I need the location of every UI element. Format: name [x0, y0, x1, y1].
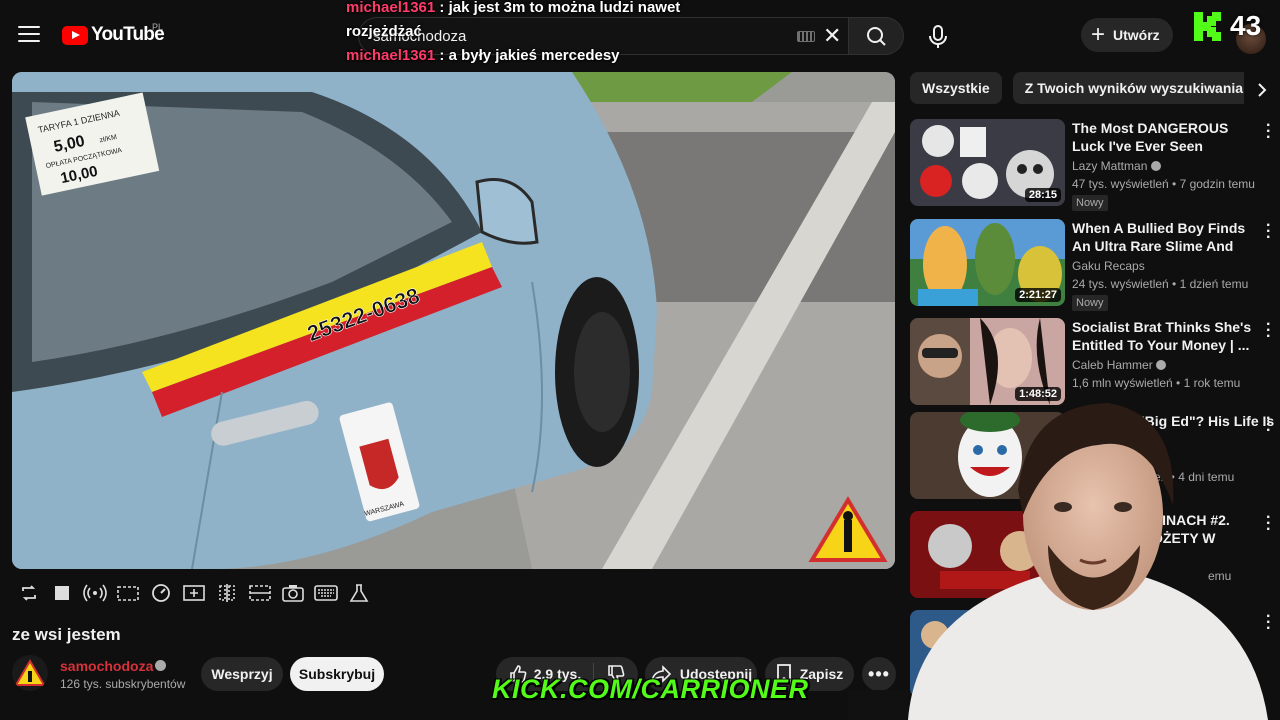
channel-label: Lazy Mattman — [1072, 159, 1148, 173]
create-label: Utwórz — [1113, 27, 1160, 43]
video-title[interactable]: When A Bullied Boy Finds An Ultra Rare S… — [1072, 219, 1262, 255]
chat-user: michael1361 — [346, 47, 436, 64]
youtube-logo[interactable]: YouTube — [62, 24, 165, 46]
compare-icon[interactable] — [210, 578, 243, 608]
new-badge: Nowy — [1072, 195, 1108, 211]
channel-avatar[interactable] — [12, 655, 48, 691]
broadcast-icon[interactable] — [78, 578, 111, 608]
verified-icon — [155, 660, 166, 671]
list-item[interactable]: 2:21:27 When A Bullied Boy Finds An Ultr… — [910, 218, 1271, 311]
chat-message: rozjeżdżać — [346, 23, 422, 40]
channel-name[interactable]: Gaku Recaps — [1072, 259, 1145, 273]
viewer-count: 43 — [1230, 10, 1262, 41]
layout-icon[interactable] — [243, 578, 276, 608]
stop-icon[interactable] — [45, 578, 78, 608]
new-badge: Nowy — [1072, 295, 1108, 311]
video-meta: 24 tys. wyświetleń • 1 dzień temu — [1072, 277, 1249, 291]
video-meta: 1,6 mln wyświetleń • 1 rok temu — [1072, 376, 1241, 390]
menu-icon[interactable] — [18, 26, 40, 44]
stream-chat-overlay: michael1361 : jak jest 3m to można ludzi… — [346, 0, 680, 68]
screenshot-icon[interactable] — [276, 578, 309, 608]
related-filter-chips: Wszystkie Z Twoich wyników wyszukiwania … — [910, 72, 1280, 104]
chat-message: : a były jakieś mercedesy — [439, 47, 620, 64]
channel-name[interactable]: Caleb Hammer — [1072, 358, 1167, 372]
region-code: PL — [152, 22, 164, 32]
more-vert-icon[interactable]: · · · — [1266, 218, 1271, 246]
voice-search-button[interactable] — [918, 17, 958, 57]
video-frame: TARYFA 1 DZIENNA 5,00 zł/KM OPŁATA POCZĄ… — [12, 72, 895, 569]
miniplayer-icon[interactable] — [111, 578, 144, 608]
channel-name[interactable]: samochodoza — [60, 658, 153, 674]
chat-user: michael1361 — [346, 0, 436, 16]
video-duration: 28:15 — [1024, 188, 1061, 202]
plus-icon: + — [1091, 21, 1106, 48]
video-title[interactable]: The Most DANGEROUS Luck I've Ever Seen — [1072, 119, 1262, 155]
search-icon — [867, 27, 886, 46]
subscriber-count: 126 tys. subskrybentów — [60, 677, 186, 691]
video-title: ze wsi jestem — [12, 625, 121, 644]
video-player[interactable]: TARYFA 1 DZIENNA 5,00 zł/KM OPŁATA POCZĄ… — [12, 72, 895, 569]
kick-channel-banner: KICK.COM/CARRIONER — [492, 674, 809, 704]
speed-icon[interactable] — [144, 578, 177, 608]
channel-name[interactable]: Lazy Mattman — [1072, 159, 1161, 173]
loop-icon[interactable] — [12, 578, 45, 608]
support-button[interactable]: Wesprzyj — [201, 657, 283, 691]
verified-icon — [1156, 360, 1167, 370]
keyboard-shortcuts-icon[interactable] — [309, 578, 342, 608]
more-vert-icon[interactable]: · · · — [1266, 118, 1271, 146]
more-vert-icon[interactable]: · · · — [1266, 317, 1271, 345]
microphone-icon — [929, 25, 947, 48]
streamer-webcam — [848, 395, 1280, 720]
verified-icon — [1150, 161, 1161, 171]
subscribe-button[interactable]: Subskrybuj — [290, 657, 384, 691]
video-thumbnail[interactable]: 1:48:52 — [910, 318, 1065, 405]
youtube-play-icon — [62, 25, 88, 45]
video-thumbnail[interactable]: 28:15 — [910, 119, 1065, 206]
chat-line: michael1361 : a były jakieś mercedesy — [346, 44, 680, 68]
player-extra-controls — [12, 578, 392, 608]
chip-all[interactable]: Wszystkie — [910, 72, 1002, 104]
chat-message: : jak jest 3m to można ludzi nawet — [439, 0, 681, 16]
video-thumbnail[interactable]: 2:21:27 — [910, 219, 1065, 306]
keyboard-icon[interactable] — [797, 31, 815, 42]
channel-logo-icon — [14, 659, 46, 686]
video-meta: 47 tys. wyświetleń • 7 godzin temu — [1072, 177, 1255, 191]
kick-logo-icon — [1194, 12, 1221, 41]
search-button[interactable] — [848, 17, 904, 55]
chevron-right-icon[interactable] — [1244, 72, 1280, 108]
clear-search-icon[interactable]: ✕ — [823, 24, 841, 48]
video-duration: 2:21:27 — [1015, 288, 1061, 302]
chat-line: rozjeżdżać — [346, 20, 680, 44]
chat-line: michael1361 : jak jest 3m to można ludzi… — [346, 0, 680, 20]
channel-label: Caleb Hammer — [1072, 358, 1153, 372]
add-frame-icon[interactable] — [177, 578, 210, 608]
chip-from-search[interactable]: Z Twoich wyników wyszukiwania — [1012, 72, 1256, 104]
create-button[interactable]: + Utwórz — [1081, 18, 1173, 52]
flask-icon[interactable] — [342, 578, 375, 608]
list-item[interactable]: 28:15 The Most DANGEROUS Luck I've Ever … — [910, 118, 1271, 211]
video-title[interactable]: Socialist Brat Thinks She's Entitled To … — [1072, 318, 1262, 354]
